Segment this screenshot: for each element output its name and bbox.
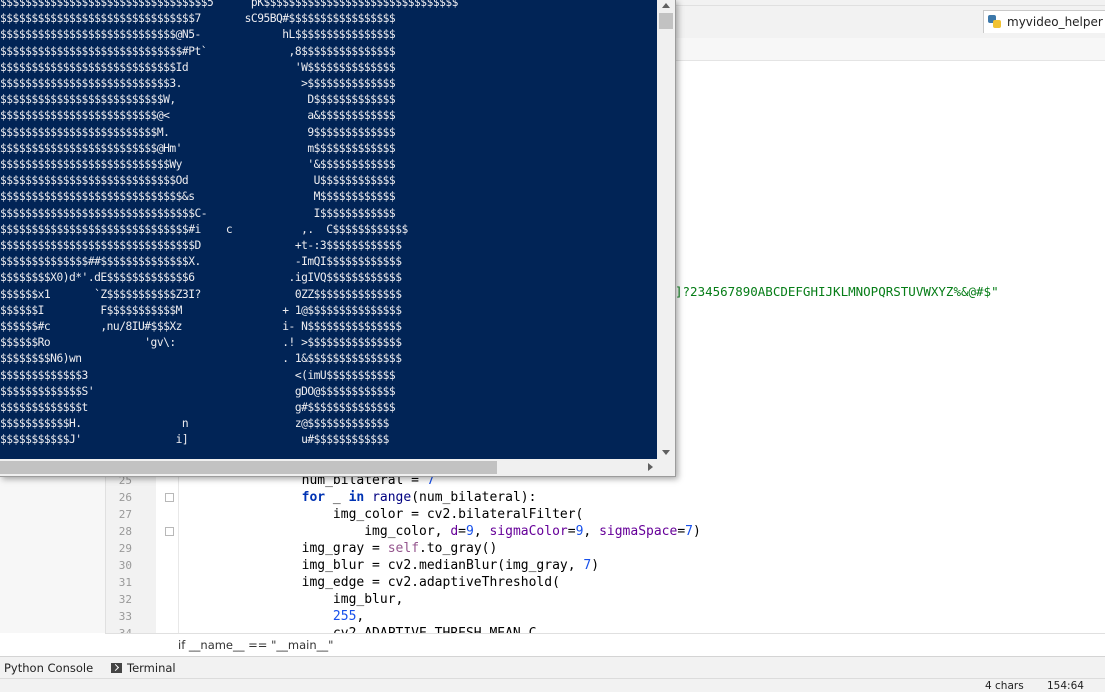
code-string-fragment: ]?234567890ABCDEFGHIJKLMNOPQRSTUVWXYZ%&@…: [675, 284, 999, 299]
terminal-label: Terminal: [127, 661, 176, 675]
python-console-label: Python Console: [4, 661, 94, 675]
editor-tab-myvideo-helper[interactable]: myvideo_helper: [983, 10, 1105, 33]
code-text: img_gray = self.to_gray(): [239, 541, 498, 556]
code-breadcrumb[interactable]: if __name__ == "__main__": [105, 633, 1105, 656]
breadcrumb-label: if __name__ == "__main__": [178, 638, 334, 652]
project-panel-area: [0, 475, 105, 633]
horizontal-scroll-thumb[interactable]: [0, 461, 497, 474]
line-number: 29: [118, 542, 132, 555]
code-line[interactable]: 31 img_edge = cv2.adaptiveThreshold(: [105, 574, 1105, 591]
code-line[interactable]: 27 img_color = cv2.bilateralFilter(: [105, 506, 1105, 523]
code-text: img_blur,: [239, 592, 404, 607]
terminal-tab[interactable]: Terminal: [111, 657, 176, 679]
code-line[interactable]: 30 img_blur = cv2.medianBlur(img_gray, 7…: [105, 557, 1105, 574]
line-number: 31: [118, 576, 132, 589]
tab-divider: [675, 5, 1105, 6]
scroll-right-arrow-icon[interactable]: [648, 463, 653, 471]
fold-marker-icon[interactable]: [165, 493, 174, 502]
code-line[interactable]: 26 for _ in range(num_bilateral):: [105, 489, 1105, 506]
ascii-art-output: $$$$$$$$$$$$$$$$$$$$$$$$$$$$$$$$$5 pK$$$…: [0, 0, 458, 447]
line-number: 30: [118, 559, 132, 572]
code-line[interactable]: 29 img_gray = self.to_gray(): [105, 540, 1105, 557]
status-selection-chars: 4 chars: [985, 680, 1024, 692]
line-number: 28: [118, 525, 132, 538]
console-horizontal-scrollbar[interactable]: [0, 459, 657, 476]
python-file-icon: [988, 15, 1002, 29]
code-line[interactable]: 28 img_color, d=9, sigmaColor=9, sigmaSp…: [105, 523, 1105, 540]
line-number: 33: [118, 610, 132, 623]
python-console-tab[interactable]: Python Console: [4, 657, 93, 679]
tool-window-bar: Python Console Terminal: [0, 656, 1105, 679]
code-text: for _ in range(num_bilateral):: [301, 490, 537, 505]
code-text: img_blur = cv2.medianBlur(img_gray, 7): [239, 558, 600, 573]
code-text: img_edge = cv2.adaptiveThreshold(: [239, 575, 560, 590]
code-text: 255,: [332, 609, 365, 624]
line-number: 27: [118, 508, 132, 521]
code-text: img_color = cv2.bilateralFilter(: [239, 507, 584, 522]
editor-breadcrumb-strip: [675, 38, 1105, 61]
scroll-up-arrow-icon[interactable]: [662, 3, 670, 8]
status-bar: 4 chars 154:64: [0, 678, 1105, 692]
terminal-icon: [111, 663, 122, 673]
console-vertical-scrollbar[interactable]: [657, 0, 675, 459]
code-line[interactable]: 32 img_blur,: [105, 591, 1105, 608]
status-cursor-position[interactable]: 154:64: [1047, 680, 1084, 692]
code-line[interactable]: 33 255,: [105, 608, 1105, 625]
console-window[interactable]: $$$$$$$$$$$$$$$$$$$$$$$$$$$$$$$$$5 pK$$$…: [0, 0, 676, 477]
scroll-down-arrow-icon[interactable]: [662, 450, 670, 455]
scrollbar-corner: [657, 459, 675, 476]
fold-marker-icon[interactable]: [165, 527, 174, 536]
line-number: 32: [118, 593, 132, 606]
console-output[interactable]: $$$$$$$$$$$$$$$$$$$$$$$$$$$$$$$$$5 pK$$$…: [0, 0, 657, 459]
editor-tab-label: myvideo_helper: [1007, 15, 1103, 29]
vertical-scroll-thumb[interactable]: [659, 13, 673, 29]
code-text: img_color, d=9, sigmaColor=9, sigmaSpace…: [239, 524, 701, 539]
line-number: 26: [118, 491, 132, 504]
